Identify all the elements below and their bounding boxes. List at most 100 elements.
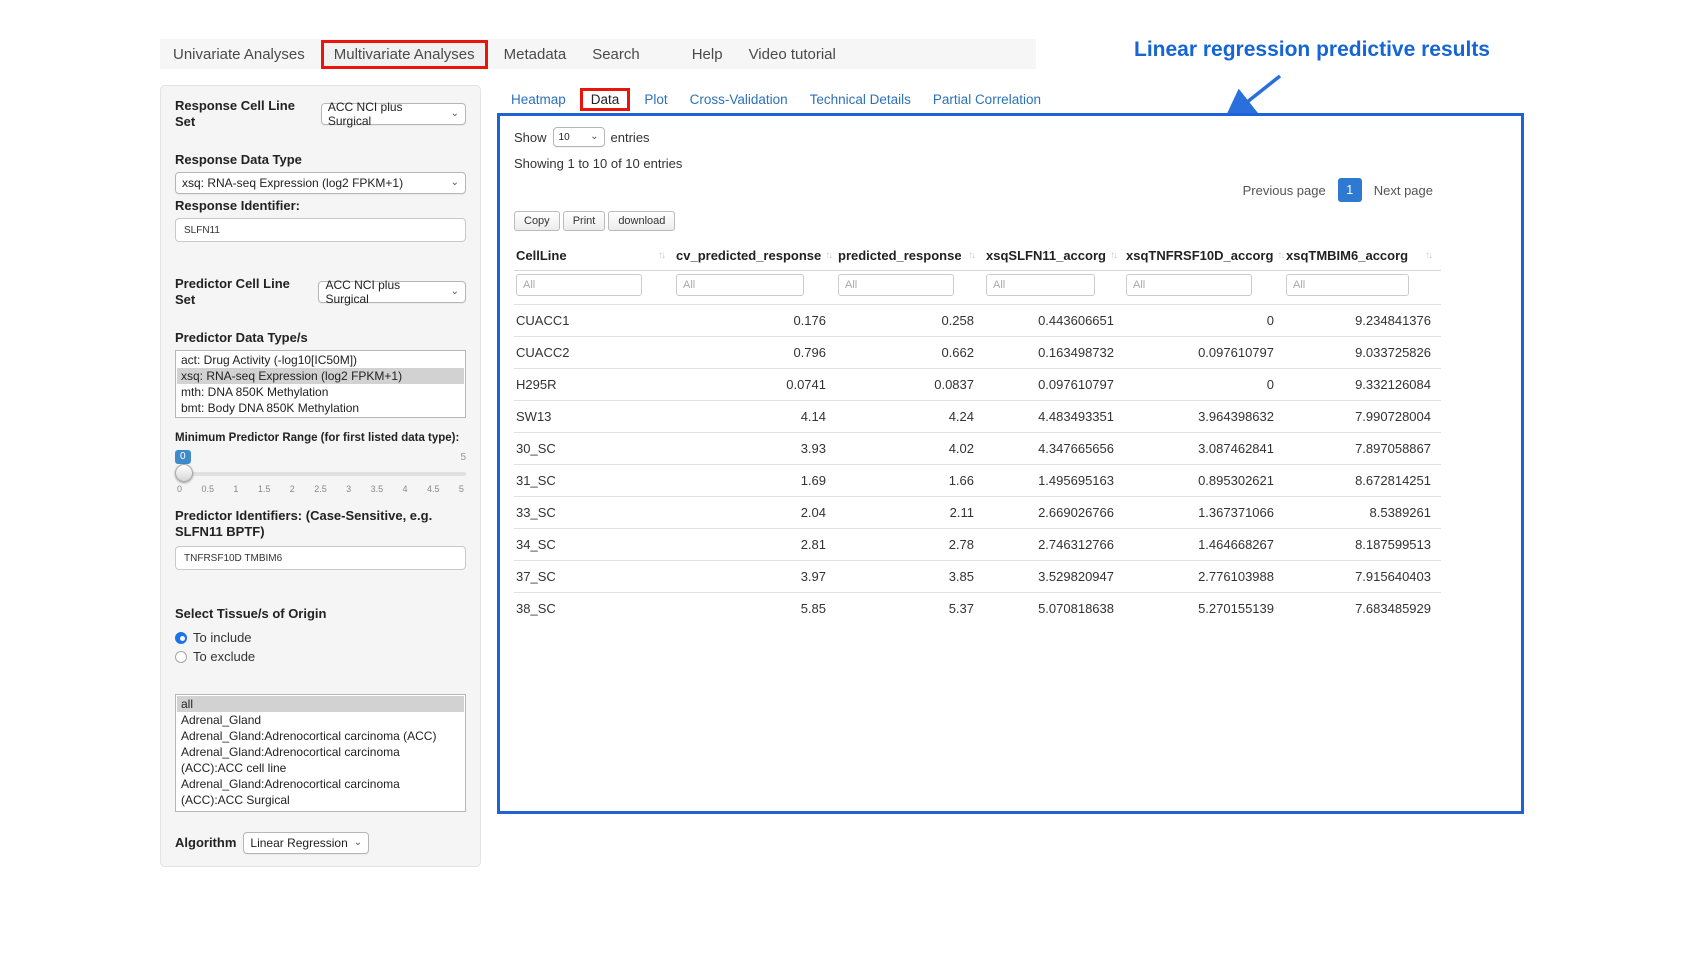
- response-data-type-value: xsq: RNA-seq Expression (log2 FPKM+1): [182, 176, 403, 190]
- predictor-data-type-option[interactable]: bmt: Body DNA 850K Methylation: [177, 400, 464, 416]
- algorithm-value: Linear Regression: [250, 836, 347, 850]
- tissue-option[interactable]: Adrenal_Gland:Adrenocortical carcinoma (…: [177, 776, 464, 808]
- xsq-tnfrsf10d-accorg-cell: 0.097610797: [1124, 337, 1284, 369]
- column-filter-input[interactable]: [1286, 274, 1409, 296]
- column-header-label: predicted_response: [838, 248, 962, 263]
- xsq-tmbim6-accorg-cell: 8.672814251: [1284, 465, 1441, 497]
- predictor-identifiers-input[interactable]: [175, 546, 466, 570]
- column-filter-input[interactable]: [1126, 274, 1252, 296]
- predictor-data-type-option[interactable]: mth: DNA 850K Methylation: [177, 384, 464, 400]
- tab[interactable]: Technical Details: [799, 88, 922, 111]
- table-action-button[interactable]: Copy: [514, 211, 560, 231]
- tissue-origin-label: Select Tissue/s of Origin: [175, 606, 466, 622]
- cv-predicted-response-cell: 2.81: [674, 529, 836, 561]
- page-length-select[interactable]: 10 ⌄: [553, 127, 605, 147]
- tab-label: Cross-Validation: [690, 92, 788, 107]
- next-page-button[interactable]: Next page: [1366, 179, 1441, 202]
- table-row: 33_SC 2.04 2.11 2.669026766 1.367371066 …: [514, 497, 1441, 529]
- tab[interactable]: Heatmap: [500, 88, 577, 111]
- table-action-button-label: Copy: [524, 215, 550, 227]
- predicted-response-cell: 0.258: [836, 305, 984, 337]
- sort-icon: ↑↓: [825, 250, 831, 261]
- table-action-button[interactable]: Print: [563, 211, 606, 231]
- column-header-label: cv_predicted_response: [676, 248, 821, 263]
- table-row: CUACC1 0.176 0.258 0.443606651 0 9.23484…: [514, 305, 1441, 337]
- tab-label: Data: [591, 92, 620, 107]
- column-filter-input[interactable]: [838, 274, 954, 296]
- column-filter-input[interactable]: [516, 274, 642, 296]
- tissue-option[interactable]: Adrenal_Gland:Adrenocortical carcinoma (…: [177, 728, 464, 744]
- nav-item[interactable]: Metadata: [491, 46, 580, 63]
- predicted-response-cell: 2.78: [836, 529, 984, 561]
- predicted-response-cell: 0.662: [836, 337, 984, 369]
- tissue-option-label: Adrenal_Gland:Adrenocortical carcinoma (…: [181, 745, 400, 775]
- column-filter-input[interactable]: [676, 274, 804, 296]
- tissue-option[interactable]: Adrenal_Gland:Adrenocortical carcinoma (…: [177, 744, 464, 776]
- response-identifier-input[interactable]: [175, 218, 466, 242]
- filter-cell: [514, 271, 674, 305]
- xsq-tnfrsf10d-accorg-cell: 0: [1124, 369, 1284, 401]
- tissue-origin-radio[interactable]: To exclude: [175, 649, 466, 664]
- xsq-slfn11-accorg-cell: 2.669026766: [984, 497, 1124, 529]
- tab[interactable]: Partial Correlation: [922, 88, 1052, 111]
- column-header[interactable]: xsqSLFN11_accorg ↑↓: [984, 241, 1124, 271]
- table-row: H295R 0.0741 0.0837 0.097610797 0 9.3321…: [514, 369, 1441, 401]
- cv-predicted-response-cell: 3.97: [674, 561, 836, 593]
- column-header[interactable]: xsqTMBIM6_accorg ↑↓: [1284, 241, 1441, 271]
- column-header[interactable]: xsqTNFRSF10D_accorg ↑↓: [1124, 241, 1284, 271]
- predictor-data-type-option[interactable]: act: Drug Activity (-log10[IC50M]): [177, 352, 464, 368]
- nav-item[interactable]: Help: [679, 46, 736, 63]
- tissue-origin-radio[interactable]: To include: [175, 630, 466, 645]
- predictor-data-type-option-label: mth: DNA 850K Methylation: [181, 385, 328, 399]
- analysis-settings-panel: Response Cell Line Set ACC NCI plus Surg…: [160, 85, 481, 867]
- tab[interactable]: Cross-Validation: [679, 88, 799, 111]
- xsq-slfn11-accorg-cell: 0.163498732: [984, 337, 1124, 369]
- predicted-response-cell: 0.0837: [836, 369, 984, 401]
- response-cell-line-set-row: Response Cell Line Set ACC NCI plus Surg…: [175, 98, 466, 130]
- predictor-data-type-option[interactable]: xsq: RNA-seq Expression (log2 FPKM+1): [177, 368, 464, 384]
- cell-line-cell: 37_SC: [514, 561, 674, 593]
- column-header[interactable]: cv_predicted_response ↑↓: [674, 241, 836, 271]
- chevron-down-icon: ⌄: [354, 838, 362, 848]
- slider-tick-labels: 00.511.522.533.544.55: [177, 484, 464, 494]
- current-page-button[interactable]: 1: [1338, 178, 1362, 202]
- nav-item[interactable]: Search: [579, 46, 653, 63]
- tissue-option[interactable]: Adrenal_Gland: [177, 712, 464, 728]
- column-header-label: xsqTNFRSF10D_accorg: [1126, 248, 1273, 263]
- column-header[interactable]: CellLine ↑↓: [514, 241, 674, 271]
- response-cell-line-set-select[interactable]: ACC NCI plus Surgical ⌄: [321, 103, 466, 125]
- slider-tick-label: 4.5: [427, 484, 440, 494]
- predictor-cell-line-set-value: ACC NCI plus Surgical: [325, 278, 444, 306]
- tissue-option[interactable]: all: [177, 696, 464, 712]
- xsq-slfn11-accorg-cell: 0.097610797: [984, 369, 1124, 401]
- nav-item[interactable]: Univariate Analyses: [160, 46, 318, 63]
- column-filter-input[interactable]: [986, 274, 1095, 296]
- xsq-tmbim6-accorg-cell: 7.897058867: [1284, 433, 1441, 465]
- predictor-cell-line-set-select[interactable]: ACC NCI plus Surgical ⌄: [318, 281, 466, 303]
- algorithm-select[interactable]: Linear Regression ⌄: [243, 832, 369, 854]
- slider-track[interactable]: [175, 472, 466, 476]
- tab[interactable]: Plot: [633, 88, 678, 111]
- cv-predicted-response-cell: 0.176: [674, 305, 836, 337]
- table-row: 30_SC 3.93 4.02 4.347665656 3.087462841 …: [514, 433, 1441, 465]
- cv-predicted-response-cell: 1.69: [674, 465, 836, 497]
- response-data-type-select[interactable]: xsq: RNA-seq Expression (log2 FPKM+1) ⌄: [175, 172, 466, 194]
- nav-item-label: Univariate Analyses: [173, 46, 305, 63]
- nav-item[interactable]: Multivariate Analyses: [321, 40, 488, 69]
- tissue-option-label: Adrenal_Gland:Adrenocortical carcinoma (…: [181, 777, 400, 807]
- table-action-button[interactable]: download: [608, 211, 675, 231]
- column-header[interactable]: predicted_response ↑↓: [836, 241, 984, 271]
- xsq-tmbim6-accorg-cell: 8.187599513: [1284, 529, 1441, 561]
- slider-handle[interactable]: [175, 464, 193, 482]
- xsq-slfn11-accorg-cell: 3.529820947: [984, 561, 1124, 593]
- predictor-data-type-option-label: xsq: RNA-seq Expression (log2 FPKM+1): [181, 369, 402, 383]
- sort-icon: ↑↓: [658, 250, 664, 261]
- tab[interactable]: Data: [580, 88, 631, 111]
- cell-line-cell: SW13: [514, 401, 674, 433]
- results-tabs: Heatmap Data Plot Cross-Validation Techn…: [500, 88, 1052, 111]
- predictor-cell-line-set-label: Predictor Cell Line Set: [175, 276, 311, 308]
- nav-item[interactable]: Video tutorial: [736, 46, 849, 63]
- predicted-response-cell: 5.37: [836, 593, 984, 625]
- previous-page-button[interactable]: Previous page: [1235, 179, 1334, 202]
- response-identifier-label: Response Identifier:: [175, 198, 466, 214]
